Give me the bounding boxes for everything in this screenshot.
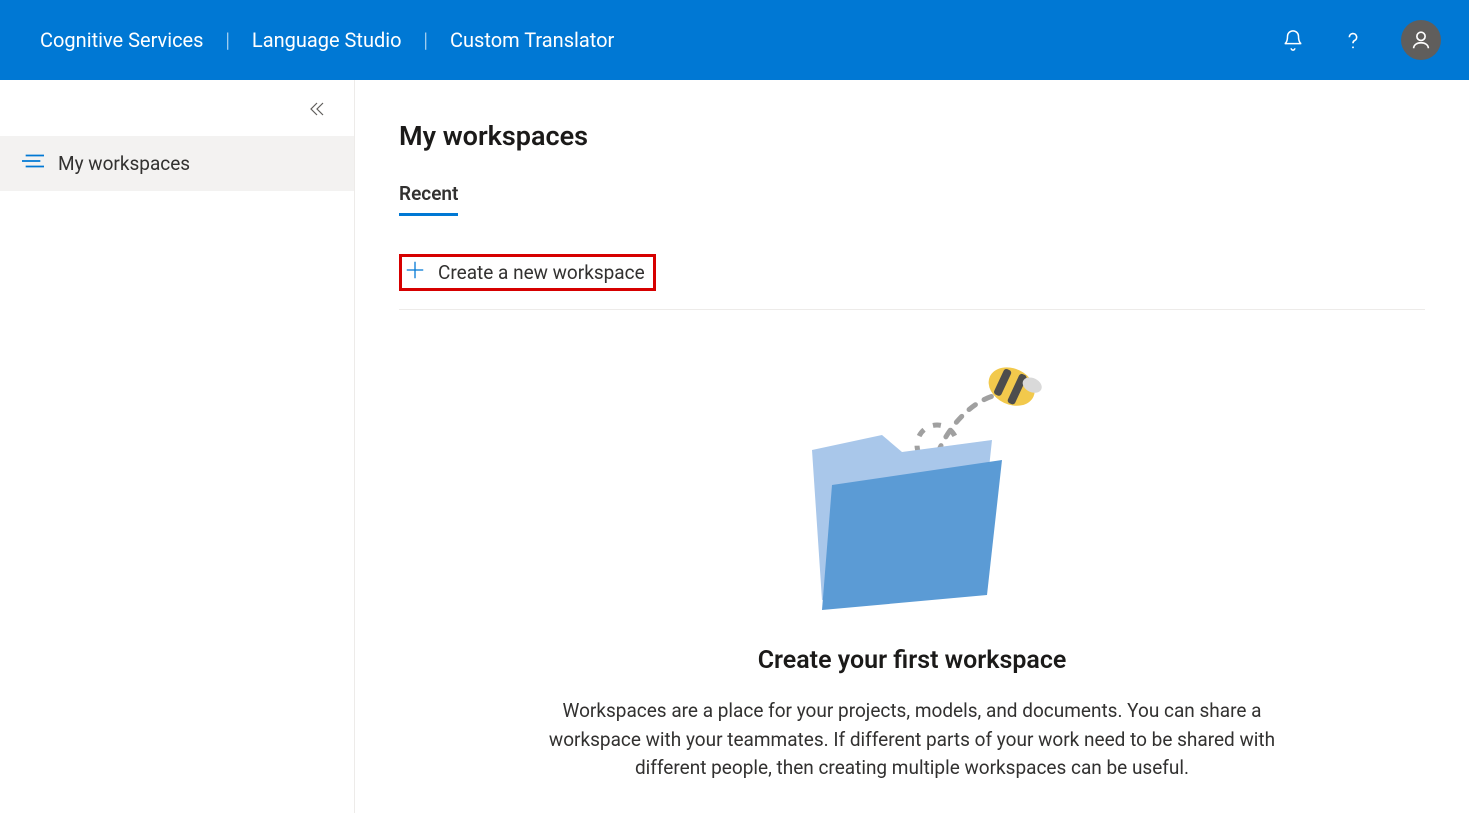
- create-workspace-button[interactable]: Create a new workspace: [399, 254, 656, 291]
- help-icon[interactable]: [1341, 28, 1365, 52]
- breadcrumb-separator: |: [225, 28, 229, 52]
- create-workspace-label: Create a new workspace: [438, 261, 645, 284]
- page-title: My workspaces: [399, 120, 1425, 152]
- account-avatar[interactable]: [1401, 20, 1441, 60]
- toolbar: Create a new workspace: [399, 254, 1425, 310]
- top-header: Cognitive Services | Language Studio | C…: [0, 0, 1469, 80]
- empty-state: Create your first workspace Workspaces a…: [399, 340, 1425, 783]
- breadcrumb-separator: |: [424, 28, 428, 52]
- header-actions: [1281, 20, 1441, 60]
- breadcrumb: Cognitive Services | Language Studio | C…: [40, 28, 1281, 52]
- sidebar-item-label: My workspaces: [58, 152, 190, 175]
- list-icon: [22, 152, 44, 175]
- sidebar-item-my-workspaces[interactable]: My workspaces: [0, 136, 354, 191]
- notifications-icon[interactable]: [1281, 28, 1305, 52]
- tabs: Recent: [399, 182, 1425, 216]
- collapse-sidebar-icon[interactable]: [308, 100, 326, 122]
- main-content: My workspaces Recent Create a new worksp…: [355, 80, 1469, 813]
- empty-state-description: Workspaces are a place for your projects…: [522, 697, 1302, 783]
- sidebar: My workspaces: [0, 80, 355, 813]
- empty-state-title: Create your first workspace: [758, 646, 1067, 675]
- empty-folder-illustration: [762, 340, 1062, 620]
- breadcrumb-cognitive-services[interactable]: Cognitive Services: [40, 28, 203, 52]
- plus-icon: [404, 259, 426, 286]
- tab-recent[interactable]: Recent: [399, 182, 458, 216]
- breadcrumb-language-studio[interactable]: Language Studio: [252, 28, 402, 52]
- breadcrumb-custom-translator[interactable]: Custom Translator: [450, 28, 614, 52]
